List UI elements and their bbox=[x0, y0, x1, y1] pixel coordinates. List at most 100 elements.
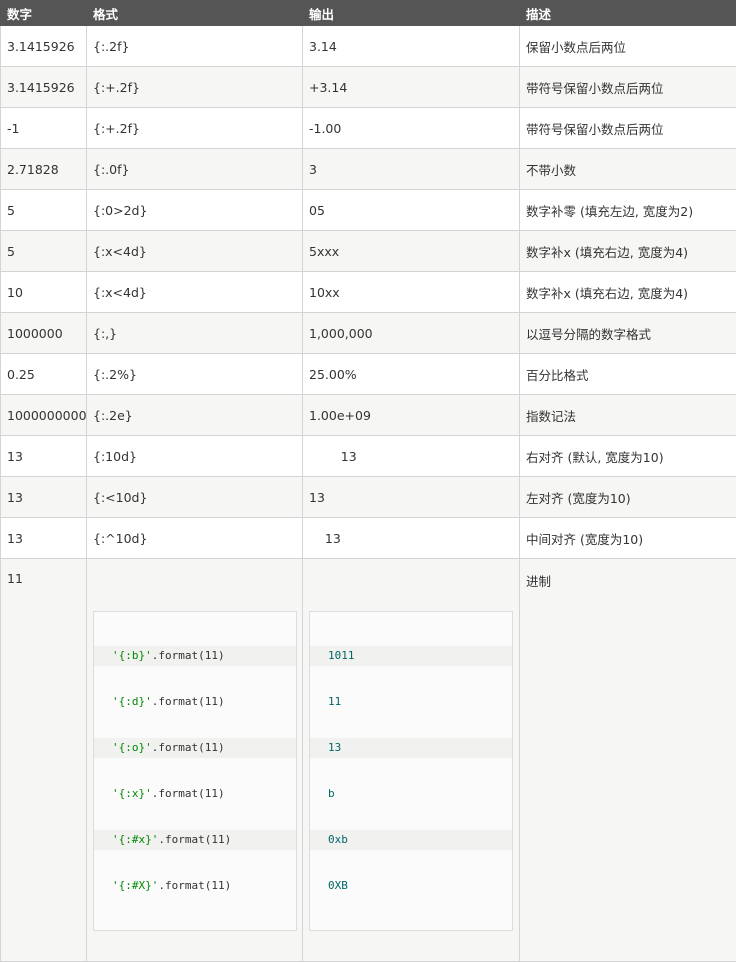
cell-number: 2.71828 bbox=[1, 149, 87, 190]
cell-output: 1,000,000 bbox=[303, 313, 520, 354]
cell-number: 3.1415926 bbox=[1, 26, 87, 67]
cell-format: {:x<4d} bbox=[87, 272, 303, 313]
output-line: 0xb bbox=[310, 830, 512, 850]
table-row: 13 {:10d} 13 右对齐 (默认, 宽度为10) bbox=[1, 436, 736, 477]
cell-output-code: 1011 11 13 b 0xb 0XB bbox=[303, 559, 520, 962]
cell-description: 数字补零 (填充左边, 宽度为2) bbox=[520, 190, 736, 231]
cell-output: 1.00e+09 bbox=[303, 395, 520, 436]
cell-description: 右对齐 (默认, 宽度为10) bbox=[520, 436, 736, 477]
table-row: 0.25 {:.2%} 25.00% 百分比格式 bbox=[1, 354, 736, 395]
cell-output: 10xx bbox=[303, 272, 520, 313]
cell-description: 百分比格式 bbox=[520, 354, 736, 395]
table-row: 2.71828 {:.0f} 3 不带小数 bbox=[1, 149, 736, 190]
cell-output: +3.14 bbox=[303, 67, 520, 108]
cell-format: {:0>2d} bbox=[87, 190, 303, 231]
cell-number: 11 bbox=[1, 559, 87, 962]
table-row: 5 {:x<4d} 5xxx 数字补x (填充右边, 宽度为4) bbox=[1, 231, 736, 272]
format-table: 数字 格式 输出 描述 3.1415926 {:.2f} 3.14 保留小数点后… bbox=[0, 0, 736, 962]
code-line: '{:d}'.format(11) bbox=[94, 692, 296, 712]
header-row: 数字 格式 输出 描述 bbox=[1, 1, 736, 26]
table-row: 10 {:x<4d} 10xx 数字补x (填充右边, 宽度为4) bbox=[1, 272, 736, 313]
cell-number: 3.1415926 bbox=[1, 67, 87, 108]
cell-output: 3 bbox=[303, 149, 520, 190]
code-string: '{:#x}' bbox=[112, 833, 158, 846]
code-line: '{:#x}'.format(11) bbox=[94, 830, 296, 850]
code-block-output: 1011 11 13 b 0xb 0XB bbox=[309, 611, 513, 931]
cell-number: 10 bbox=[1, 272, 87, 313]
cell-output: 5xxx bbox=[303, 231, 520, 272]
cell-description: 左对齐 (宽度为10) bbox=[520, 477, 736, 518]
cell-number: 13 bbox=[1, 518, 87, 559]
cell-number: 1000000000 bbox=[1, 395, 87, 436]
output-line: 1011 bbox=[310, 646, 512, 666]
code-string: '{:b}' bbox=[112, 649, 152, 662]
cell-output: -1.00 bbox=[303, 108, 520, 149]
code-call: .format(11) bbox=[152, 741, 225, 754]
code-line: '{:#X}'.format(11) bbox=[94, 876, 296, 896]
cell-output: 13 bbox=[303, 436, 520, 477]
code-string: '{:#X}' bbox=[112, 879, 158, 892]
output-line: 0XB bbox=[310, 876, 512, 896]
cell-format: {:10d} bbox=[87, 436, 303, 477]
cell-description: 数字补x (填充右边, 宽度为4) bbox=[520, 231, 736, 272]
cell-number: 0.25 bbox=[1, 354, 87, 395]
cell-format: {:.2f} bbox=[87, 26, 303, 67]
cell-description: 带符号保留小数点后两位 bbox=[520, 67, 736, 108]
cell-format: {:+.2f} bbox=[87, 108, 303, 149]
table-row: 3.1415926 {:.2f} 3.14 保留小数点后两位 bbox=[1, 26, 736, 67]
table-row-base-conversion: 11 '{:b}'.format(11) '{:d}'.format(11) '… bbox=[1, 559, 736, 962]
cell-number: 13 bbox=[1, 477, 87, 518]
code-call: .format(11) bbox=[158, 833, 231, 846]
output-line: 13 bbox=[310, 738, 512, 758]
table-row: 1000000 {:,} 1,000,000 以逗号分隔的数字格式 bbox=[1, 313, 736, 354]
code-call: .format(11) bbox=[152, 649, 225, 662]
cell-description: 指数记法 bbox=[520, 395, 736, 436]
code-call: .format(11) bbox=[152, 695, 225, 708]
code-string: '{:x}' bbox=[112, 787, 152, 800]
cell-output: 3.14 bbox=[303, 26, 520, 67]
cell-number: 1000000 bbox=[1, 313, 87, 354]
table-row: -1 {:+.2f} -1.00 带符号保留小数点后两位 bbox=[1, 108, 736, 149]
cell-format: {:,} bbox=[87, 313, 303, 354]
cell-description: 带符号保留小数点后两位 bbox=[520, 108, 736, 149]
cell-format: {:^10d} bbox=[87, 518, 303, 559]
code-line: '{:b}'.format(11) bbox=[94, 646, 296, 666]
cell-output: 25.00% bbox=[303, 354, 520, 395]
code-block-format: '{:b}'.format(11) '{:d}'.format(11) '{:o… bbox=[93, 611, 297, 931]
cell-format-code: '{:b}'.format(11) '{:d}'.format(11) '{:o… bbox=[87, 559, 303, 962]
code-call: .format(11) bbox=[158, 879, 231, 892]
cell-description: 数字补x (填充右边, 宽度为4) bbox=[520, 272, 736, 313]
cell-format: {:x<4d} bbox=[87, 231, 303, 272]
cell-number: -1 bbox=[1, 108, 87, 149]
cell-output: 13 bbox=[303, 477, 520, 518]
cell-format: {:.2e} bbox=[87, 395, 303, 436]
table-row: 1000000000 {:.2e} 1.00e+09 指数记法 bbox=[1, 395, 736, 436]
code-string: '{:d}' bbox=[112, 695, 152, 708]
code-line: '{:x}'.format(11) bbox=[94, 784, 296, 804]
cell-number: 5 bbox=[1, 231, 87, 272]
cell-format: {:.2%} bbox=[87, 354, 303, 395]
cell-output: 13 bbox=[303, 518, 520, 559]
cell-number: 5 bbox=[1, 190, 87, 231]
cell-description: 进制 bbox=[520, 559, 736, 962]
table-row: 13 {:^10d} 13 中间对齐 (宽度为10) bbox=[1, 518, 736, 559]
header-description: 描述 bbox=[520, 1, 736, 26]
header-output: 输出 bbox=[303, 1, 520, 26]
header-format: 格式 bbox=[87, 1, 303, 26]
cell-description: 以逗号分隔的数字格式 bbox=[520, 313, 736, 354]
cell-number: 13 bbox=[1, 436, 87, 477]
cell-description: 中间对齐 (宽度为10) bbox=[520, 518, 736, 559]
cell-format: {:<10d} bbox=[87, 477, 303, 518]
code-call: .format(11) bbox=[152, 787, 225, 800]
table-row: 3.1415926 {:+.2f} +3.14 带符号保留小数点后两位 bbox=[1, 67, 736, 108]
code-string: '{:o}' bbox=[112, 741, 152, 754]
cell-output: 05 bbox=[303, 190, 520, 231]
cell-format: {:+.2f} bbox=[87, 67, 303, 108]
table-row: 5 {:0>2d} 05 数字补零 (填充左边, 宽度为2) bbox=[1, 190, 736, 231]
output-line: b bbox=[310, 784, 512, 804]
table-row: 13 {:<10d} 13 左对齐 (宽度为10) bbox=[1, 477, 736, 518]
code-line: '{:o}'.format(11) bbox=[94, 738, 296, 758]
output-line: 11 bbox=[310, 692, 512, 712]
cell-description: 保留小数点后两位 bbox=[520, 26, 736, 67]
cell-description: 不带小数 bbox=[520, 149, 736, 190]
